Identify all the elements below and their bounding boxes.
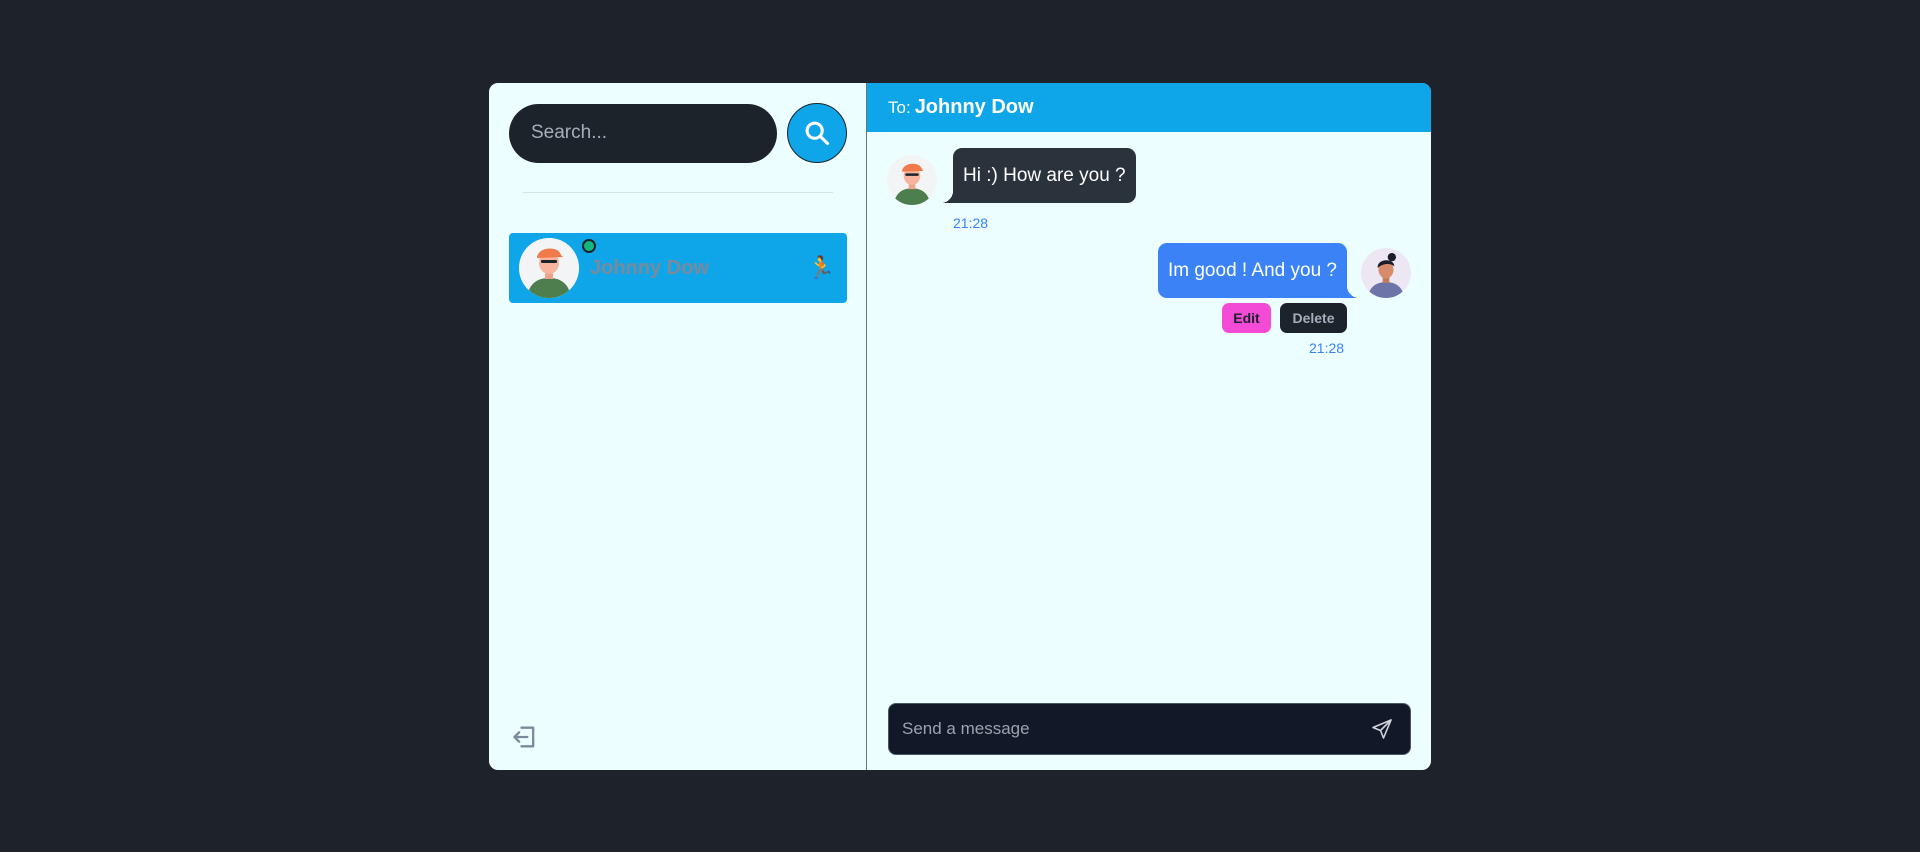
incoming-message-time: 21:28 — [953, 215, 989, 231]
outgoing-message-bubble: Im good ! And you ? — [1157, 243, 1360, 298]
logout-button[interactable] — [511, 723, 539, 751]
chat-app: Johnny Dow 🏃 To: Johnny Dow — [489, 83, 1431, 770]
sidebar: Johnny Dow 🏃 — [489, 83, 867, 770]
send-button[interactable] — [1354, 704, 1410, 754]
incoming-message-text: Hi :) How are you ? — [963, 164, 1126, 186]
outgoing-message-time: 21:28 — [1309, 340, 1345, 356]
edit-message-button[interactable]: Edit — [1222, 303, 1271, 333]
chat-panel: To: Johnny Dow Hi :) How are you ? 21:28… — [867, 83, 1431, 770]
search-bar — [509, 103, 847, 163]
incoming-message-bubble: Hi :) How are you ? — [941, 148, 1136, 203]
search-input[interactable] — [509, 103, 777, 163]
incoming-avatar — [887, 155, 937, 205]
logout-icon — [513, 726, 535, 748]
contact-avatar — [519, 238, 579, 298]
header-recipient-name: Johnny Dow — [914, 96, 1034, 118]
sidebar-divider — [523, 192, 833, 193]
message-composer — [888, 703, 1411, 755]
chat-header: To: Johnny Dow — [867, 83, 1431, 132]
runner-icon: 🏃 — [807, 255, 835, 280]
contact-item-johnny-dow[interactable]: Johnny Dow 🏃 — [509, 233, 847, 303]
outgoing-avatar — [1361, 248, 1411, 298]
search-icon — [805, 121, 830, 146]
online-status-indicator — [582, 239, 596, 253]
header-to-label: To: — [888, 97, 911, 117]
message-input[interactable] — [889, 704, 1354, 754]
contact-name: Johnny Dow — [590, 256, 709, 279]
search-button[interactable] — [787, 103, 847, 163]
delete-message-button[interactable]: Delete — [1280, 303, 1347, 333]
outgoing-message-text: Im good ! And you ? — [1167, 259, 1337, 281]
send-icon — [1372, 719, 1392, 739]
